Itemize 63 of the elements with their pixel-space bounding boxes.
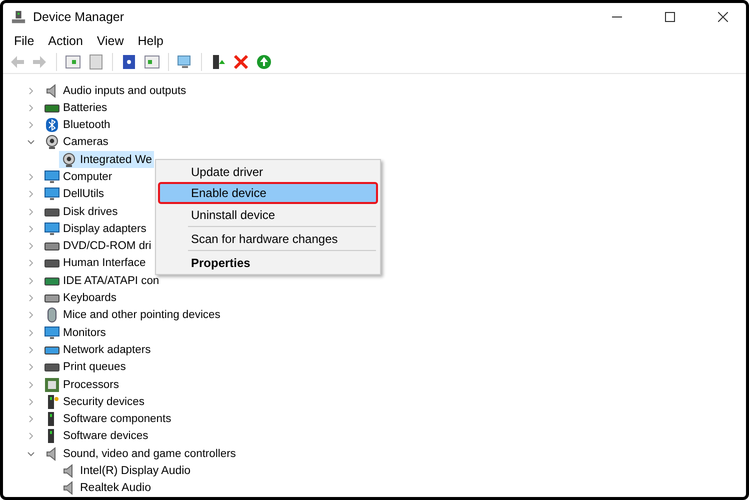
menu-item[interactable]: Action	[41, 31, 90, 51]
expand-chevron-icon[interactable]	[26, 293, 36, 304]
expand-chevron-icon[interactable]	[26, 276, 36, 286]
tree-item[interactable]: Batteries	[63, 102, 108, 114]
tree-item[interactable]: Software components	[63, 413, 172, 426]
tree-item[interactable]: Human Interface	[63, 257, 146, 270]
menu-item[interactable]: File	[7, 31, 42, 51]
expand-chevron-icon[interactable]	[26, 396, 36, 407]
menu-option[interactable]: Uninstall device	[158, 205, 378, 224]
expand-chevron-icon[interactable]	[26, 414, 36, 424]
expand-chevron-icon[interactable]	[26, 431, 36, 442]
expand-chevron-icon[interactable]	[26, 172, 36, 182]
tree-item[interactable]: Realtek Audio	[59, 480, 153, 497]
tree-item[interactable]: Integrated We	[59, 151, 154, 168]
tree-item[interactable]: Network adapters	[63, 344, 151, 356]
tree-item[interactable]: Security devices	[63, 396, 144, 408]
tree-item[interactable]: DVD/CD-ROM dri	[63, 240, 152, 252]
tree-item[interactable]: Print queues	[63, 361, 126, 374]
expand-chevron-icon[interactable]	[26, 86, 36, 96]
maximize-icon	[665, 12, 675, 22]
tree-item[interactable]: Computer	[63, 171, 112, 183]
menu-item[interactable]: View	[90, 31, 131, 51]
tree-item[interactable]: Processors	[63, 378, 119, 391]
tree-item[interactable]: Audio inputs and outputs	[63, 84, 186, 97]
app-icon	[11, 10, 26, 24]
menu-option[interactable]: Enable device	[158, 182, 378, 204]
expand-chevron-icon[interactable]	[26, 224, 36, 234]
monitor-icon	[44, 324, 60, 341]
tree-item[interactable]: Display adapters	[63, 222, 146, 235]
tree-item[interactable]: Sound, video and game controllers	[63, 448, 236, 460]
tree-item[interactable]: Bluetooth	[63, 119, 110, 132]
menu-option[interactable]: Update driver	[158, 162, 378, 181]
chip-icon	[44, 376, 60, 393]
tree-item[interactable]: IDE ATA/ATAPI con	[63, 274, 160, 287]
window-title: Device Manager	[33, 10, 126, 24]
menu-option[interactable]: Properties	[158, 253, 378, 272]
monitor-icon	[44, 186, 60, 202]
tree-item[interactable]: Intel(R) Display Audio	[59, 462, 193, 480]
expand-chevron-icon[interactable]	[26, 380, 36, 390]
tree-item[interactable]: Mice and other pointing devices	[63, 309, 220, 322]
expand-chevron-icon[interactable]	[26, 362, 36, 372]
expand-chevron-icon[interactable]	[26, 120, 36, 130]
webcam-icon	[44, 134, 60, 150]
expand-chevron-icon[interactable]	[26, 102, 36, 113]
tree-item[interactable]: Disk drives	[63, 206, 118, 218]
expand-chevron-icon[interactable]	[26, 344, 36, 355]
expand-chevron-icon[interactable]	[26, 206, 36, 217]
tree-item[interactable]: Monitors	[63, 326, 106, 339]
expand-chevron-icon[interactable]	[26, 258, 36, 268]
expand-chevron-icon[interactable]	[26, 241, 36, 252]
expand-chevron-icon[interactable]	[26, 189, 36, 200]
tree-item[interactable]: Keyboards	[63, 292, 116, 304]
bluetooth-icon	[44, 117, 60, 134]
tree-item[interactable]: Cameras	[63, 136, 108, 148]
webcam-icon	[61, 152, 77, 168]
menu-option[interactable]: Scan for hardware changes	[158, 229, 378, 248]
tree-item[interactable]: Software devices	[63, 430, 148, 442]
close-icon	[718, 12, 728, 22]
monitor-icon	[44, 169, 60, 185]
expand-chevron-icon[interactable]	[26, 328, 36, 338]
tree-item[interactable]: DellUtils	[63, 188, 104, 200]
expand-chevron-icon[interactable]	[26, 310, 36, 320]
menu-item[interactable]: Help	[130, 31, 170, 51]
